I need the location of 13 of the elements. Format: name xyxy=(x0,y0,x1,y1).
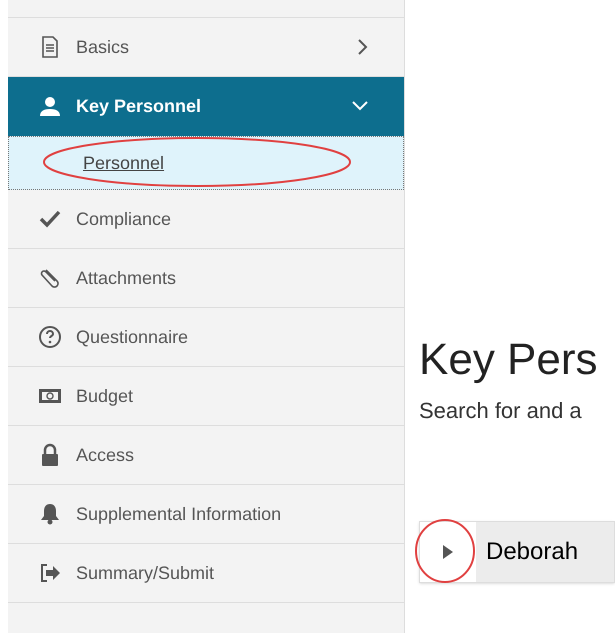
caret-right-icon xyxy=(443,545,453,559)
chevron-down-icon xyxy=(352,101,368,111)
bell-icon xyxy=(38,502,62,526)
person-icon xyxy=(38,94,62,118)
page-heading: Key Pers xyxy=(419,334,599,386)
sign-out-icon xyxy=(38,561,62,585)
annotation-circle xyxy=(414,518,476,584)
question-icon xyxy=(38,325,62,349)
sidebar-item[interactable]: Key Personnel xyxy=(8,77,404,136)
chevron-right-icon xyxy=(358,39,368,55)
sidebar-subitem[interactable]: Personnel xyxy=(8,136,404,190)
page-description: Search for and a xyxy=(419,397,583,425)
person-name: Deborah xyxy=(486,537,578,567)
